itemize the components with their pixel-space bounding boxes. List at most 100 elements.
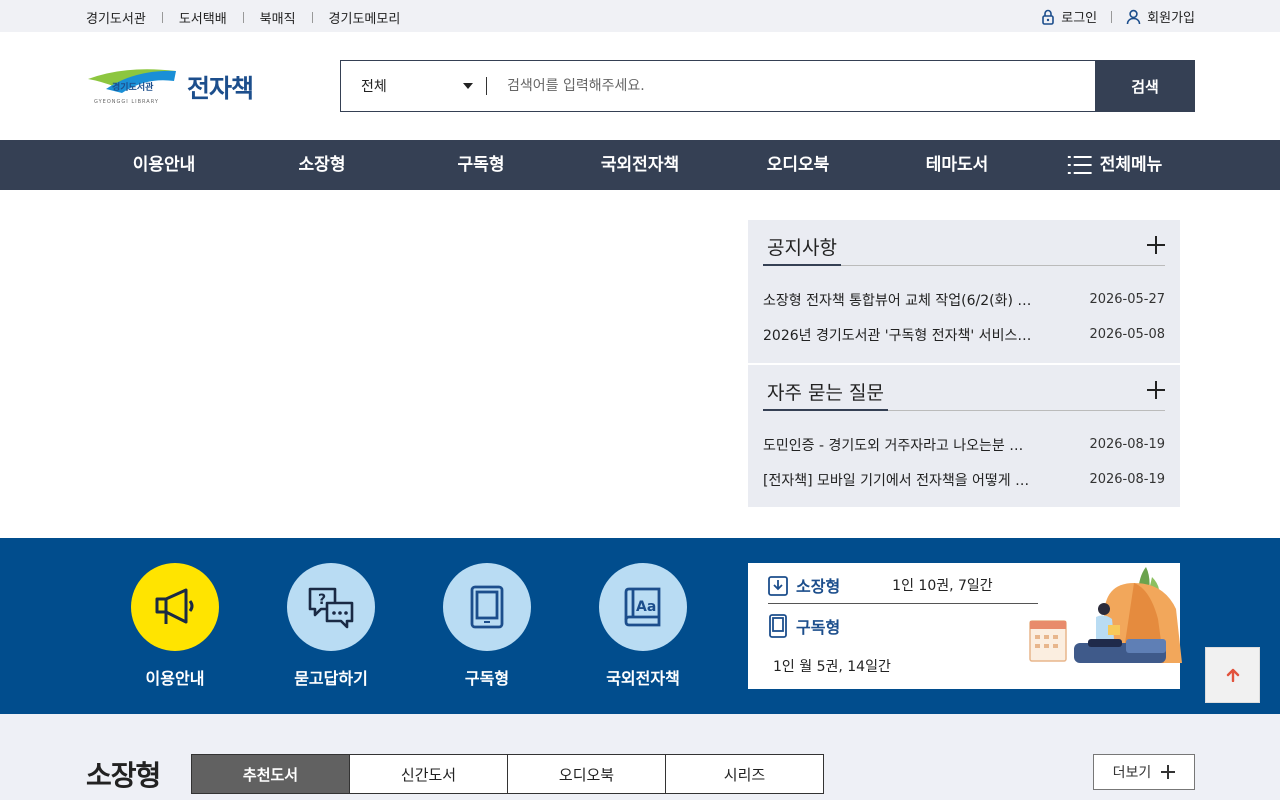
faq-item-title: [전자책] 모바일 기기에서 전자책을 어떻게 … [763, 472, 1030, 489]
quick-link-label: 묻고답하기 [294, 669, 368, 688]
search-category-value: 전체 [361, 79, 387, 95]
tab-series[interactable]: 시리즈 [665, 754, 824, 794]
more-label: 더보기 [1112, 765, 1152, 781]
login-label: 로그인 [1061, 11, 1098, 26]
faq-more-plus-icon[interactable] [1147, 381, 1165, 399]
section-title: 소장형 [86, 759, 161, 792]
nav-item-subscription[interactable]: 구독형 [458, 140, 505, 190]
faq-item-date: 2026-08-19 [1089, 437, 1165, 452]
quick-link-foreign-ebook[interactable]: Aa 국외전자책 [573, 563, 713, 689]
join-label: 회원가입 [1147, 11, 1195, 26]
subscription-policy-name: 구독형 [796, 618, 841, 637]
owned-policy-value: 1인 10권, 7일간 [892, 578, 993, 594]
nav-item-foreign-ebook[interactable]: 국외전자책 [601, 140, 679, 190]
quick-link-label: 국외전자책 [606, 669, 680, 688]
scroll-to-top-button[interactable] [1205, 647, 1260, 703]
notice-header: 공지사항 [763, 220, 1165, 266]
top-link-book-delivery[interactable]: 도서택배 [179, 8, 227, 27]
top-link-gyeonggi-memory[interactable]: 경기도메모리 [329, 8, 401, 27]
hamburger-menu-icon [1067, 156, 1092, 174]
plus-icon [1161, 765, 1176, 779]
arrow-up-icon [1226, 668, 1239, 682]
svg-text:?: ? [318, 592, 326, 608]
quick-link-circle [443, 563, 531, 651]
nav-item-guide[interactable]: 이용안내 [133, 140, 196, 190]
logo-title: 전자책 [187, 74, 254, 103]
nav-item-owned[interactable]: 소장형 [299, 140, 346, 190]
notice-item[interactable]: 소장형 전자책 통합뷰어 교체 작업(6/2(화) … 2026-05-27 [763, 282, 1165, 317]
quick-link-guide[interactable]: 이용안내 [105, 563, 245, 689]
search-button[interactable]: 검색 [1095, 60, 1195, 112]
quick-link-circle [131, 563, 219, 651]
quick-link-label: 구독형 [464, 669, 510, 688]
faq-item[interactable]: [전자책] 모바일 기기에서 전자책을 어떻게 … 2026-08-19 [763, 462, 1165, 497]
quick-link-label: 이용안내 [145, 669, 205, 688]
tab-audiobook[interactable]: 오디오북 [507, 754, 666, 794]
notice-item-date: 2026-05-08 [1089, 327, 1165, 342]
search-category-select[interactable]: 전체 [341, 61, 487, 111]
subscription-policy-row: 구독형 [768, 614, 840, 638]
lock-icon [1042, 9, 1055, 25]
subscription-policy-value: 1인 월 5권, 14일간 [773, 659, 891, 675]
login-link[interactable]: 로그인 [1041, 7, 1097, 26]
loan-policy-box: 소장형 1인 10권, 7일간 구독형 1인 월 5권, 14일간 [748, 563, 1182, 689]
nav-item-audiobook[interactable]: 오디오북 [767, 140, 830, 190]
all-menu-label: 전체메뉴 [1099, 155, 1163, 175]
logo-library-text: 경기도서관 [112, 81, 154, 93]
download-box-icon [768, 576, 788, 596]
site-logo[interactable]: 경기도서관 GYEONGGI LIBRARY 전자책 [86, 67, 256, 107]
main-nav: 이용안내 소장형 구독형 국외전자책 오디오북 테마도서 전체메뉴 [0, 140, 1280, 190]
top-link-bookmagic[interactable]: 북매직 [260, 8, 296, 27]
divider [311, 12, 313, 23]
user-links: 로그인 회원가입 [1041, 7, 1195, 26]
search-bar: 전체 검색 [340, 60, 1195, 112]
quick-links-band: 이용안내 ? 묻고답하기 구독형 Aa 국외전자책 소장형 1인 10권, 7일… [0, 538, 1280, 714]
divider [242, 12, 244, 23]
megaphone-icon [155, 588, 194, 624]
top-link-gyeonggi-library[interactable]: 경기도서관 [86, 8, 146, 27]
notice-item-date: 2026-05-27 [1089, 292, 1165, 307]
header: 경기도서관 GYEONGGI LIBRARY 전자책 전체 검색 [0, 32, 1280, 140]
faq-panel: 자주 묻는 질문 도민인증 - 경기도외 거주자라고 나오는분 … 2026-0… [748, 365, 1180, 507]
svg-text:Aa: Aa [636, 599, 656, 615]
quick-link-subscription[interactable]: 구독형 [417, 563, 557, 689]
faq-item[interactable]: 도민인증 - 경기도외 거주자라고 나오는분 … 2026-08-19 [763, 427, 1165, 462]
notice-panel: 공지사항 소장형 전자책 통합뷰어 교체 작업(6/2(화) … 2026-05… [748, 220, 1180, 363]
faq-title: 자주 묻는 질문 [763, 378, 888, 411]
tablet-small-icon [769, 614, 787, 638]
book-aa-icon: Aa [624, 587, 661, 627]
faq-header: 자주 묻는 질문 [763, 365, 1165, 411]
more-button[interactable]: 더보기 [1093, 754, 1195, 790]
notice-title: 공지사항 [763, 233, 841, 266]
logo-library-en: GYEONGGI LIBRARY [94, 99, 159, 105]
family-site-links: 경기도서관 도서택배 북매직 경기도메모리 [86, 8, 400, 27]
notice-item[interactable]: 2026년 경기도서관 '구독형 전자책' 서비스… 2026-05-08 [763, 317, 1165, 352]
divider [161, 12, 163, 23]
faq-item-title: 도민인증 - 경기도외 거주자라고 나오는분 … [763, 437, 1024, 454]
nav-item-all-menu[interactable]: 전체메뉴 [1067, 140, 1163, 190]
divider [1111, 10, 1113, 23]
top-utility-bar: 경기도서관 도서택배 북매직 경기도메모리 로그인 회원가입 [0, 0, 1280, 32]
faq-item-date: 2026-08-19 [1089, 472, 1165, 487]
quick-link-circle: Aa [599, 563, 687, 651]
tab-recommended[interactable]: 추천도서 [191, 754, 350, 794]
join-link[interactable]: 회원가입 [1126, 7, 1195, 26]
quick-link-circle: ? [287, 563, 375, 651]
chat-question-icon: ? [308, 587, 354, 629]
reading-person-illustration [1029, 567, 1182, 663]
divider [768, 603, 1038, 604]
gyeonggi-library-logo-icon: 경기도서관 GYEONGGI LIBRARY [88, 69, 176, 105]
caret-down-icon [463, 83, 473, 89]
search-input[interactable] [487, 61, 1095, 111]
notice-more-plus-icon[interactable] [1147, 236, 1165, 254]
user-icon [1126, 9, 1141, 24]
section-tabs: 추천도서 신간도서 오디오북 시리즈 [191, 754, 824, 794]
owned-policy-row: 소장형 1인 10권, 7일간 [768, 573, 993, 597]
owned-books-section: 소장형 추천도서 신간도서 오디오북 시리즈 더보기 [0, 714, 1280, 800]
tab-new-books[interactable]: 신간도서 [349, 754, 508, 794]
notice-item-title: 2026년 경기도서관 '구독형 전자책' 서비스… [763, 327, 1032, 344]
notice-item-title: 소장형 전자책 통합뷰어 교체 작업(6/2(화) … [763, 292, 1032, 309]
quick-link-qna[interactable]: ? 묻고답하기 [261, 563, 401, 689]
tablet-icon [470, 585, 504, 629]
nav-item-theme-books[interactable]: 테마도서 [926, 140, 989, 190]
